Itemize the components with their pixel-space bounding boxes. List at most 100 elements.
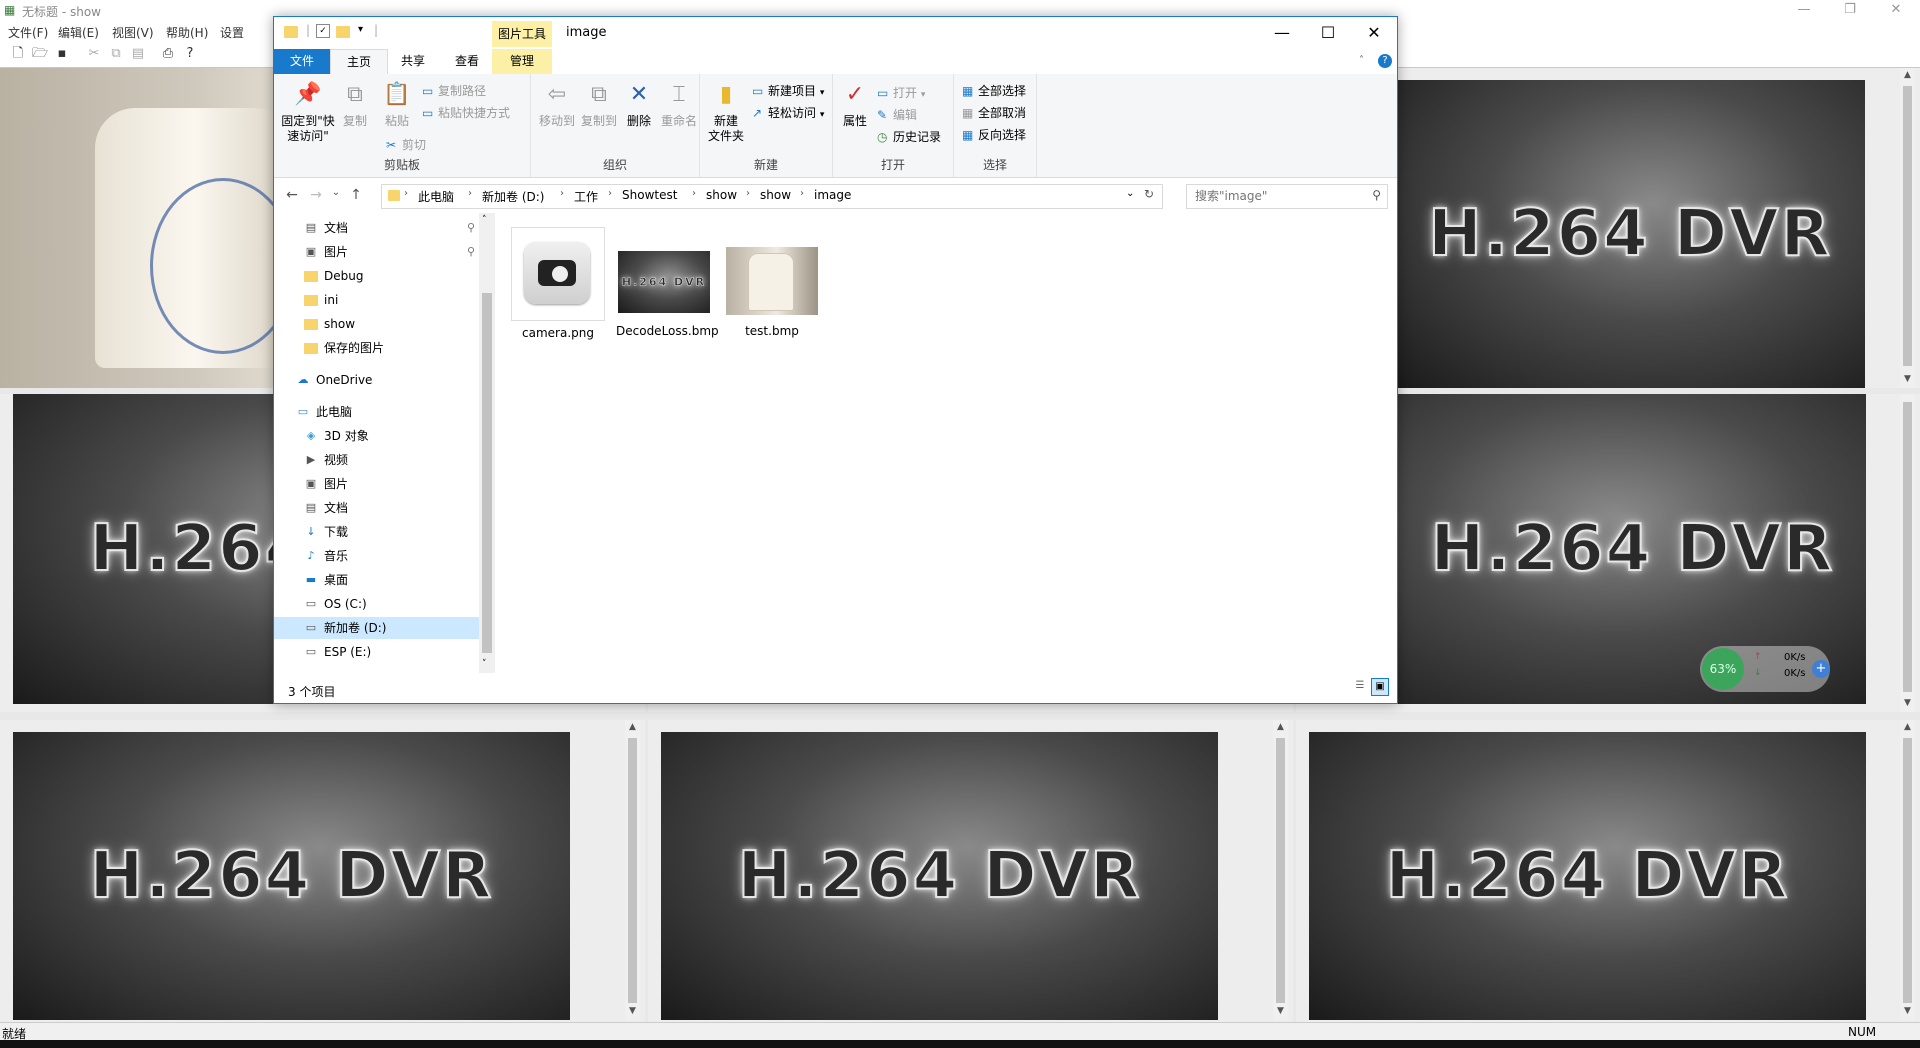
help-icon[interactable]: ? — [1378, 54, 1392, 68]
search-input[interactable] — [1187, 185, 1373, 206]
chevron-right-icon[interactable]: › — [608, 188, 612, 199]
invert-selection-button[interactable]: ▦ 反向选择 — [962, 126, 1026, 143]
breadcrumb-item[interactable]: 工作 — [574, 188, 598, 205]
large-icons-view-icon[interactable]: ▣ — [1371, 678, 1389, 696]
nav-item[interactable]: ▭ OS (C:) — [274, 593, 479, 615]
nav-item[interactable]: ♪ 音乐 — [274, 545, 479, 567]
copy-icon[interactable]: ⧉ — [108, 46, 124, 62]
breadcrumb-item[interactable]: Showtest — [622, 188, 677, 202]
paste-icon[interactable]: ▤ — [130, 46, 146, 62]
minimize-icon[interactable]: — — [1784, 2, 1824, 17]
scroll-up-icon[interactable]: ˄ — [482, 215, 487, 225]
nav-item[interactable]: ▶ 视频 — [274, 449, 479, 471]
save-icon[interactable]: ▪ — [54, 46, 70, 62]
breadcrumb-item[interactable]: 此电脑 — [418, 188, 454, 205]
new-folder-quick-icon[interactable] — [336, 26, 350, 38]
properties-button[interactable]: ✓ 属性 — [837, 80, 873, 129]
new-file-icon[interactable]: 🗋 — [10, 46, 26, 62]
scroll-down-icon[interactable]: ▼ — [1900, 1006, 1915, 1016]
history-button[interactable]: ◷ 历史记录 — [877, 128, 941, 145]
nav-scrollbar[interactable]: ˄ ˅ — [479, 213, 495, 673]
file-item[interactable]: test.bmp — [724, 227, 820, 340]
file-item[interactable]: camera.png — [510, 227, 606, 342]
scroll-down-icon[interactable]: ▼ — [1900, 698, 1915, 708]
help-icon[interactable]: ? — [182, 46, 198, 62]
open-folder-icon[interactable]: 🗁 — [32, 46, 48, 62]
close-icon[interactable]: ✕ — [1351, 17, 1397, 49]
maximize-icon[interactable]: ☐ — [1305, 17, 1351, 49]
rename-button[interactable]: ⌶ 重命名 — [659, 80, 699, 129]
scroll-thumb[interactable] — [1903, 402, 1912, 692]
scroll-down-icon[interactable]: ˅ — [482, 659, 487, 669]
new-folder-button[interactable]: ▮ 新建 文件夹 — [706, 80, 746, 144]
scroll-up-icon[interactable]: ▲ — [1273, 722, 1288, 732]
tab-home[interactable]: 主页 — [330, 49, 388, 75]
search-icon[interactable]: ⚲ — [1372, 188, 1381, 202]
speed-widget[interactable]: 63% ↑ 0K/s ↓ 0K/s + — [1700, 646, 1830, 692]
copy-button[interactable]: ⧉ 复制 — [338, 80, 372, 129]
details-view-icon[interactable]: ☰ — [1353, 680, 1367, 694]
quick-access-dropdown-icon[interactable]: ▾ — [358, 24, 363, 35]
tab-manage[interactable]: 管理 — [492, 49, 552, 74]
video-cell[interactable]: H.264 DVR ▲ ▼ — [648, 720, 1293, 1022]
breadcrumb-item[interactable]: image — [814, 188, 851, 202]
recent-dropdown-icon[interactable]: ⌄ — [326, 187, 346, 198]
file-item[interactable]: H.264 DVR DecodeLoss.bmp — [616, 227, 719, 340]
video-cell[interactable]: H.264 DVR ▲ ▼ — [0, 720, 645, 1022]
nav-item[interactable]: 保存的图片 — [274, 337, 479, 359]
scrollbar[interactable]: ▲ ▼ — [625, 720, 640, 1020]
scrollbar[interactable]: ▼ — [1900, 394, 1915, 712]
collapse-ribbon-icon[interactable]: ˄ — [1359, 55, 1364, 66]
nav-item[interactable]: ▤ 文档 ⚲ — [274, 217, 479, 239]
easy-access-button[interactable]: ↗ 轻松访问 ▾ — [752, 104, 824, 121]
menu-help[interactable]: 帮助(H) — [166, 24, 208, 41]
scroll-up-icon[interactable]: ▲ — [1900, 70, 1915, 80]
nav-item[interactable]: ▣ 图片 — [274, 473, 479, 495]
menu-view[interactable]: 视图(V) — [112, 24, 154, 41]
scrollbar[interactable]: ▲ ▼ — [1900, 68, 1915, 388]
edit-button[interactable]: ✎ 编辑 — [877, 106, 917, 123]
print-icon[interactable]: ⎙ — [160, 46, 176, 62]
menu-settings[interactable]: 设置 — [220, 24, 244, 41]
scroll-up-icon[interactable]: ▲ — [1900, 722, 1915, 732]
new-item-button[interactable]: ▭ 新建项目 ▾ — [752, 82, 824, 99]
back-icon[interactable]: ← — [282, 187, 302, 203]
address-dropdown-icon[interactable]: ⌄ — [1126, 188, 1134, 199]
nav-item[interactable]: ▭ 此电脑 — [274, 401, 479, 423]
minimize-icon[interactable]: — — [1259, 17, 1305, 49]
cut-button[interactable]: ✂ 剪切 — [386, 136, 426, 153]
delete-button[interactable]: ✕ 删除 — [623, 80, 655, 129]
nav-item[interactable]: ◈ 3D 对象 — [274, 425, 479, 447]
pin-quick-access-button[interactable]: 📌 固定到"快速访问" — [280, 80, 336, 144]
refresh-icon[interactable]: ↻ — [1144, 187, 1154, 201]
nav-item[interactable]: ▤ 文档 — [274, 497, 479, 519]
move-to-button[interactable]: ⇦ 移动到 — [539, 80, 575, 129]
pin-icon[interactable]: ⚲ — [467, 217, 475, 239]
chevron-right-icon[interactable]: › — [800, 188, 804, 199]
chevron-right-icon[interactable]: › — [404, 188, 408, 199]
pin-icon[interactable]: ⚲ — [467, 241, 475, 263]
breadcrumb-item[interactable]: show — [760, 188, 791, 202]
scroll-thumb[interactable] — [1903, 86, 1912, 366]
nav-item[interactable]: ☁ OneDrive — [274, 369, 479, 391]
chevron-right-icon[interactable]: › — [468, 188, 472, 199]
cut-icon[interactable]: ✂ — [86, 46, 102, 62]
properties-quick-icon[interactable]: ✓ — [316, 24, 330, 38]
scroll-up-icon[interactable]: ▲ — [625, 722, 640, 732]
address-bar[interactable]: › 此电脑 › 新加卷 (D:) › 工作 › Showtest › show … — [381, 184, 1163, 209]
scroll-down-icon[interactable]: ▼ — [1273, 1006, 1288, 1016]
scroll-down-icon[interactable]: ▼ — [1900, 374, 1915, 384]
scroll-thumb[interactable] — [482, 293, 492, 653]
menu-file[interactable]: 文件(F) — [8, 24, 48, 41]
open-button[interactable]: ▭ 打开 ▾ — [877, 84, 925, 101]
select-none-button[interactable]: ▦ 全部取消 — [962, 104, 1026, 121]
scroll-down-icon[interactable]: ▼ — [625, 1006, 640, 1016]
nav-item[interactable]: show — [274, 313, 479, 335]
tab-file[interactable]: 文件 — [274, 49, 330, 74]
video-cell[interactable]: H.264 DVR ▲ ▼ — [1296, 720, 1920, 1022]
nav-item[interactable]: ▣ 图片 ⚲ — [274, 241, 479, 263]
breadcrumb-item[interactable]: 新加卷 (D:) — [482, 188, 544, 205]
chevron-right-icon[interactable]: › — [692, 188, 696, 199]
paste-shortcut-button[interactable]: ▭ 粘贴快捷方式 — [422, 104, 510, 121]
restore-icon[interactable]: ❐ — [1830, 2, 1870, 17]
